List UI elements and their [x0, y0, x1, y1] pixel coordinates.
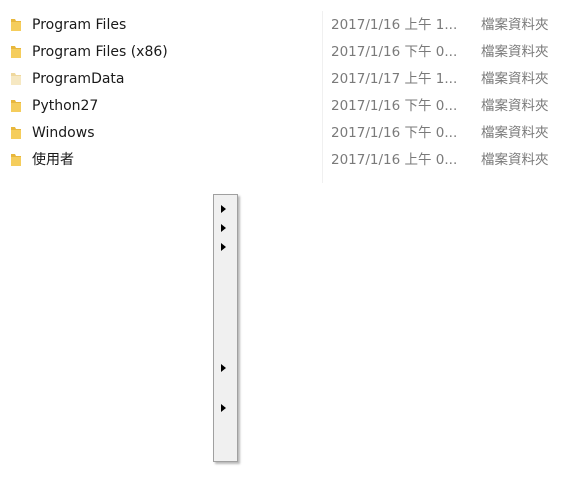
- file-date: 2017/1/16 下午 0...: [331, 44, 458, 60]
- file-list: Program Files 2017/1/16 上午 1... 檔案資料夾 Pr…: [0, 11, 574, 183]
- hidden-folder-icon: [10, 72, 22, 86]
- submenu-arrow-icon: [221, 224, 226, 232]
- file-date: 2017/1/17 上午 1...: [331, 71, 458, 87]
- folder-icon: [10, 99, 22, 113]
- file-type: 檔案資料夾: [481, 44, 549, 60]
- file-date: 2017/1/16 下午 0...: [331, 98, 458, 114]
- context-menu-item-submenu-2[interactable]: [214, 218, 237, 238]
- context-menu-item-submenu-3[interactable]: [214, 237, 237, 257]
- folder-icon: [10, 153, 22, 167]
- file-row-program-files-x86[interactable]: Program Files (x86) 2017/1/16 下午 0... 檔案…: [0, 38, 574, 65]
- file-type: 檔案資料夾: [481, 98, 549, 114]
- file-row-program-files[interactable]: Program Files 2017/1/16 上午 1... 檔案資料夾: [0, 11, 574, 38]
- file-name: 使用者: [32, 152, 74, 168]
- file-type: 檔案資料夾: [481, 17, 549, 33]
- file-row-python27[interactable]: Python27 2017/1/16 下午 0... 檔案資料夾: [0, 92, 574, 119]
- file-date: 2017/1/16 下午 0...: [331, 125, 458, 141]
- submenu-arrow-icon: [221, 404, 226, 412]
- submenu-arrow-icon: [221, 243, 226, 251]
- file-name: Python27: [32, 98, 99, 114]
- file-row-programdata[interactable]: ProgramData 2017/1/17 上午 1... 檔案資料夾: [0, 65, 574, 92]
- file-name: Program Files (x86): [32, 44, 168, 60]
- file-name: Program Files: [32, 17, 127, 33]
- context-menu: [213, 194, 238, 462]
- file-row-users[interactable]: 使用者 2017/1/16 上午 0... 檔案資料夾: [0, 146, 574, 173]
- context-menu-item-submenu-1[interactable]: [214, 199, 237, 219]
- folder-icon: [10, 45, 22, 59]
- context-menu-item-submenu-5[interactable]: [214, 398, 237, 418]
- file-type: 檔案資料夾: [481, 71, 549, 87]
- file-type: 檔案資料夾: [481, 125, 549, 141]
- file-name: ProgramData: [32, 71, 125, 87]
- context-menu-item-submenu-4[interactable]: [214, 358, 237, 378]
- file-row-windows[interactable]: Windows 2017/1/16 下午 0... 檔案資料夾: [0, 119, 574, 146]
- file-date: 2017/1/16 上午 0...: [331, 152, 458, 168]
- folder-icon: [10, 126, 22, 140]
- file-name: Windows: [32, 125, 95, 141]
- folder-icon: [10, 18, 22, 32]
- file-type: 檔案資料夾: [481, 152, 549, 168]
- file-date: 2017/1/16 上午 1...: [331, 17, 458, 33]
- submenu-arrow-icon: [221, 364, 226, 372]
- submenu-arrow-icon: [221, 205, 226, 213]
